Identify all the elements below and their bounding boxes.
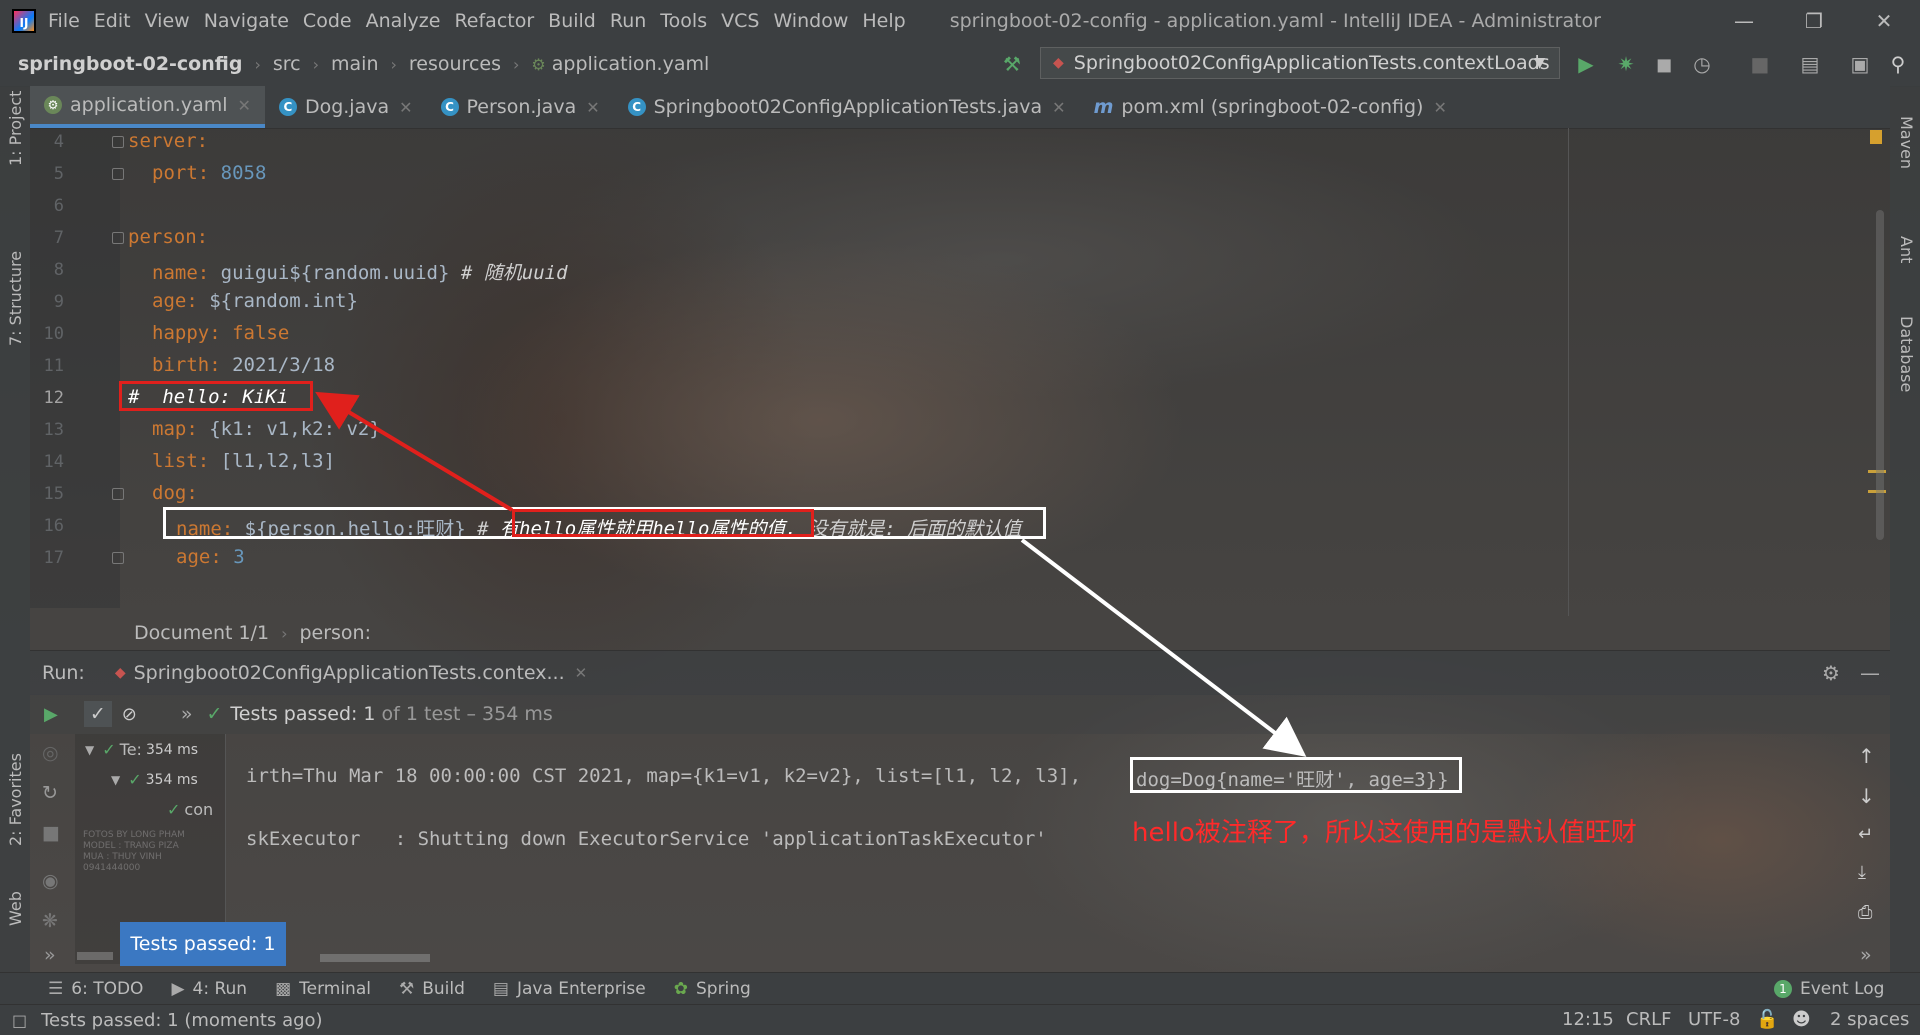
spring-icon: ✿ bbox=[673, 979, 688, 999]
status-window-icon[interactable]: □ bbox=[12, 1011, 27, 1030]
line-separator[interactable]: CRLF bbox=[1626, 1005, 1671, 1035]
todo-icon: ☰ bbox=[48, 979, 64, 999]
red-arrow bbox=[315, 391, 514, 512]
caret-position[interactable]: 12:15 bbox=[1562, 1005, 1614, 1035]
status-message: Tests passed: 1 (moments ago) bbox=[41, 1009, 323, 1031]
tool-run[interactable]: ▶ 4: Run bbox=[171, 979, 247, 999]
white-arrow bbox=[1020, 538, 1307, 757]
annotation-arrows bbox=[315, 391, 1307, 757]
tool-terminal[interactable]: ▩ Terminal bbox=[275, 979, 371, 999]
tool-java-enterprise[interactable]: ▤ Java Enterprise bbox=[493, 979, 646, 999]
tool-spring[interactable]: ✿ Spring bbox=[674, 979, 751, 999]
tool-label: 6: TODO bbox=[71, 979, 144, 999]
inspector-icon[interactable]: ☻ bbox=[1792, 1005, 1811, 1035]
tool-label: Build bbox=[422, 979, 465, 999]
event-log-label: Event Log bbox=[1800, 979, 1885, 999]
tool-build[interactable]: ⚒ Build bbox=[399, 979, 465, 999]
hammer-icon: ⚒ bbox=[398, 979, 415, 999]
tests-passed-tooltip: Tests passed: 1 bbox=[120, 922, 286, 966]
file-encoding[interactable]: UTF-8 bbox=[1688, 1005, 1740, 1035]
tool-todo[interactable]: ☰ 6: TODO bbox=[48, 979, 143, 999]
java-enterprise-icon: ▤ bbox=[492, 979, 509, 999]
tool-label: Java Enterprise bbox=[516, 979, 646, 999]
status-bar: □ Tests passed: 1 (moments ago) 12:15 CR… bbox=[0, 1004, 1920, 1035]
bottom-tool-bar: ☰ 6: TODO ▶ 4: Run ▩ Terminal ⚒ Build ▤ Java … bbox=[0, 972, 1920, 1005]
lock-icon[interactable]: 🔓 bbox=[1756, 1005, 1778, 1035]
tool-label: Spring bbox=[695, 979, 751, 999]
run-icon: ▶ bbox=[171, 979, 185, 999]
event-count-badge: 1 bbox=[1774, 980, 1792, 998]
tool-label: Terminal bbox=[299, 979, 371, 999]
tool-label: 4: Run bbox=[192, 979, 248, 999]
event-log[interactable]: 1 Event Log bbox=[1774, 979, 1884, 999]
terminal-icon: ▩ bbox=[275, 979, 292, 999]
indent-setting[interactable]: 2 spaces bbox=[1830, 1005, 1909, 1035]
